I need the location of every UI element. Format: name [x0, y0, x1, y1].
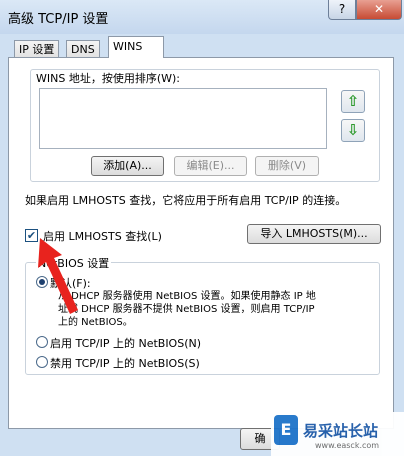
radio-default[interactable] — [36, 276, 48, 288]
watermark-text: 易采站长站 — [303, 422, 379, 440]
watermark: E 易采站长站 www.easck.com — [271, 412, 404, 456]
close-button[interactable]: ✕ — [356, 0, 402, 20]
watermark-url: www.easck.com — [315, 441, 380, 450]
green-down-arrow-icon: ⇩ — [346, 121, 360, 139]
tab-ip-settings[interactable]: IP 设置 — [14, 40, 60, 58]
desc-line: 上的 NetBIOS。 — [58, 317, 133, 328]
import-lmhosts-button[interactable]: 导入 LMHOSTS(M)... — [247, 224, 381, 244]
netbios-group-label: NetBIOS 设置 — [36, 255, 112, 271]
radio-enable-netbios[interactable] — [36, 336, 48, 348]
help-button[interactable]: ? — [328, 0, 356, 20]
tab-dns[interactable]: DNS — [66, 40, 100, 58]
title-bar: 高级 TCP/IP 设置 ? ✕ — [0, 0, 404, 34]
tab-wins[interactable]: WINS — [108, 36, 164, 58]
default-description: 从 DHCP 服务器使用 NetBIOS 设置。如果使用静态 IP 地 址或 D… — [58, 290, 376, 329]
site-logo-icon: E — [274, 415, 298, 445]
wins-address-list[interactable] — [39, 88, 327, 149]
desc-line: 从 DHCP 服务器使用 NetBIOS 设置。如果使用静态 IP 地 — [58, 291, 316, 302]
delete-button[interactable]: 删除(V) — [255, 156, 319, 176]
radio-enable-netbios-label[interactable]: 启用 TCP/IP 上的 NetBIOS(N) — [50, 335, 201, 351]
window-title: 高级 TCP/IP 设置 — [8, 12, 109, 27]
radio-disable-netbios[interactable] — [36, 356, 48, 368]
green-up-arrow-icon: ⇧ — [346, 92, 360, 110]
radio-disable-netbios-label[interactable]: 禁用 TCP/IP 上的 NetBIOS(S) — [50, 355, 200, 371]
desc-line: 址或 DHCP 服务器不提供 NetBIOS 设置，则启用 TCP/IP — [58, 304, 315, 315]
radio-default-label[interactable]: 默认(F): — [50, 275, 91, 291]
lmhosts-checkbox-label[interactable]: 启用 LMHOSTS 查找(L) — [43, 228, 162, 244]
move-down-button[interactable]: ⇩ — [341, 119, 365, 142]
lmhosts-checkbox[interactable]: ✔ — [25, 229, 38, 242]
edit-button[interactable]: 编辑(E)... — [174, 156, 247, 176]
lmhosts-info-text: 如果启用 LMHOSTS 查找，它将应用于所有启用 TCP/IP 的连接。 — [25, 194, 347, 207]
add-button[interactable]: 添加(A)... — [91, 156, 164, 176]
wins-address-group-label: WINS 地址，按使用排序(W): — [34, 70, 182, 86]
radio-selected-dot — [39, 279, 45, 285]
move-up-button[interactable]: ⇧ — [341, 90, 365, 113]
